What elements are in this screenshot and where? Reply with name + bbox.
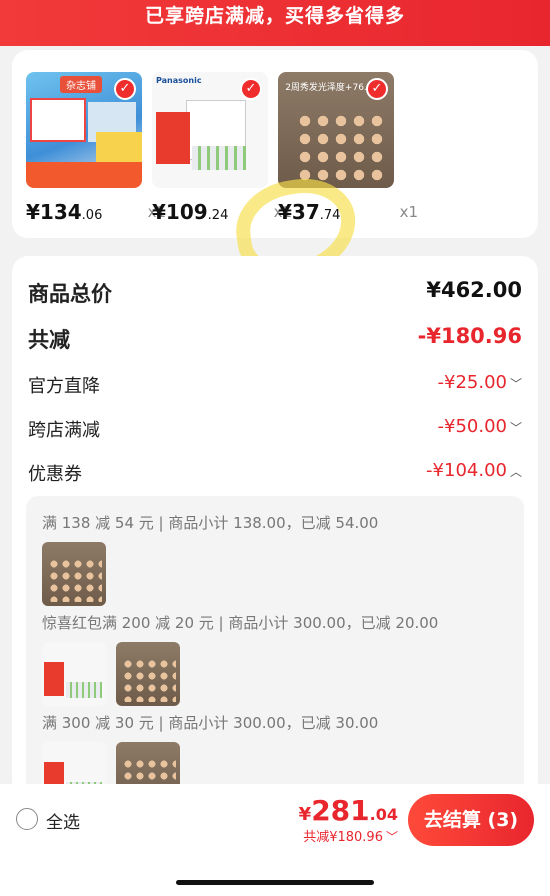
goods-total-row: 商品总价 ¥462.00 [28,278,522,308]
official-discount-row[interactable]: 官方直降 -¥25.00 ﹀ [28,372,522,402]
product-price: ¥109.24 [152,200,229,224]
thumb-shape [30,98,86,142]
promo-banner: 已享跨店满减，买得多省得多 [0,0,550,46]
coupon-line: 满 300 减 30 元 | 商品小计 300.00，已减 30.00 [42,714,379,732]
chevron-down-icon[interactable]: ﹀ [386,830,398,844]
official-discount-value[interactable]: -¥25.00 ﹀ [438,372,523,393]
product-item-haircare[interactable]: 2周秀发光泽度+76.28% ✓ ¥37.74 x1 [278,72,418,224]
thumb-shape [156,112,190,164]
product-thumbnail[interactable]: 2周秀发光泽度+76.28% ✓ [278,72,394,188]
coupon-product-thumb[interactable] [42,642,106,706]
select-all-label[interactable]: 全选 [46,808,80,833]
coupon-details-panel: 满 138 减 54 元 | 商品小计 138.00，已减 54.00 惊喜红包… [26,496,524,796]
price-row: ¥134.06 x1 [26,200,166,224]
coupon-label: 优惠券 [28,464,82,485]
goods-total-value: ¥462.00 [426,278,522,302]
chevron-down-icon[interactable]: ﹀ [510,377,522,391]
product-thumbnail[interactable]: 杂志铺 ✓ [26,72,142,188]
thumb-tag: 杂志铺 [60,76,102,93]
checked-icon[interactable]: ✓ [240,78,262,100]
product-item-charger[interactable]: Panasonic ✓ ¥109.24 x1 [152,72,292,224]
checked-icon[interactable]: ✓ [114,78,136,100]
product-quantity: x1 [399,203,418,221]
total-discount-value: -¥180.96 [417,324,522,348]
checkout-button[interactable]: 去结算 (3) [408,794,534,846]
product-item-magazine[interactable]: 杂志铺 ✓ ¥134.06 x1 [26,72,166,224]
product-thumbnail[interactable]: Panasonic ✓ [152,72,268,188]
cross-store-discount-row[interactable]: 跨店满减 -¥50.00 ﹀ [28,416,522,446]
coupon-row[interactable]: 优惠券 -¥104.00 ︿ [28,460,522,490]
coupon-product-thumb[interactable] [116,642,180,706]
thumb-brand: Panasonic [156,76,202,85]
chevron-down-icon[interactable]: ﹀ [510,421,522,435]
cross-store-label: 跨店满减 [28,420,100,441]
price-summary-card: 商品总价 ¥462.00 共减 -¥180.96 官方直降 -¥25.00 ﹀ 跨… [12,256,538,796]
official-discount-label: 官方直降 [28,376,100,397]
total-discount-row: 共减 -¥180.96 [28,324,522,354]
coupon-value[interactable]: -¥104.00 ︿ [426,460,522,481]
cross-store-value[interactable]: -¥50.00 ﹀ [438,416,523,437]
product-price: ¥134.06 [26,200,103,224]
thumb-shape [296,112,388,182]
select-all-radio[interactable] [16,808,38,830]
thumb-shape [192,146,246,170]
discount-summary[interactable]: 共减¥180.96 ﹀ [303,826,398,845]
coupon-line: 惊喜红包满 200 减 20 元 | 商品小计 300.00，已减 20.00 [42,614,439,632]
total-price: ¥281.04 [298,794,398,827]
coupon-product-thumb[interactable] [42,542,106,606]
thumb-shape [26,162,142,188]
chevron-up-icon[interactable]: ︿ [510,465,522,479]
checked-icon[interactable]: ✓ [366,78,388,100]
total-discount-label: 共减 [28,328,70,352]
goods-total-label: 商品总价 [28,282,112,306]
home-indicator [176,880,374,885]
thumb-shape [96,132,142,162]
coupon-line: 满 138 减 54 元 | 商品小计 138.00，已减 54.00 [42,514,379,532]
